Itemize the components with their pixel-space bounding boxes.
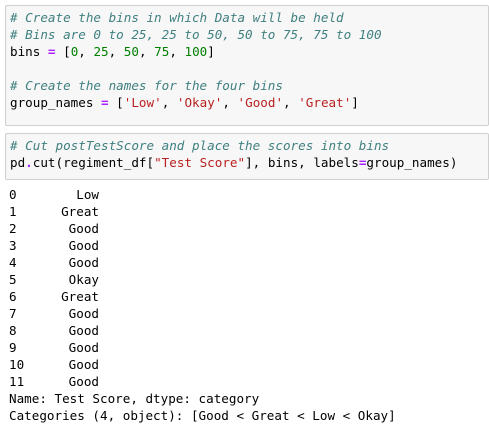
code-token: , xyxy=(169,44,185,59)
code-token: pd xyxy=(10,155,26,170)
series-value: Great xyxy=(61,204,99,219)
series-row: 11 Good xyxy=(9,373,487,390)
series-index: 1 xyxy=(9,204,17,219)
code-line: pd.cut(regiment_df["Test Score"], bins, … xyxy=(10,154,484,171)
code-token: , xyxy=(78,44,94,59)
cell-output: 0 Low 1 Great 2 Good 3 Good 4 Good 5 Okay 6 Great 7 Goo… xyxy=(9,186,487,424)
series-row: 8 Good xyxy=(9,322,487,339)
code-token: bins xyxy=(10,44,48,59)
code-token: 50 xyxy=(123,44,139,59)
code-line: bins = [0, 25, 50, 75, 100] xyxy=(10,43,484,60)
code-token: [ xyxy=(55,44,71,59)
series-value: Good xyxy=(68,306,99,321)
series-value: Good xyxy=(68,238,99,253)
series-index: 7 xyxy=(9,306,17,321)
code-cell-bins[interactable]: # Create the bins in which Data will be … xyxy=(5,5,489,126)
code-token: , xyxy=(108,44,124,59)
code-token: # Create the names for the four bins xyxy=(10,78,283,93)
code-token: [ xyxy=(108,95,124,110)
code-token: group_names xyxy=(10,95,101,110)
code-line: # Create the names for the four bins xyxy=(10,77,484,94)
code-line: # Bins are 0 to 25, 25 to 50, 50 to 75, … xyxy=(10,26,484,43)
code-line: group_names = ['Low', 'Okay', 'Good', 'G… xyxy=(10,94,484,111)
code-token: 'Great' xyxy=(298,95,352,110)
series-index: 10 xyxy=(9,357,25,372)
series-index: 8 xyxy=(9,323,17,338)
series-index: 9 xyxy=(9,340,17,355)
code-token: 'Low' xyxy=(123,95,162,110)
series-row: 5 Okay xyxy=(9,271,487,288)
series-index: 0 xyxy=(9,187,17,202)
series-value: Okay xyxy=(68,272,99,287)
series-index: 4 xyxy=(9,255,17,270)
code-token: 'Good' xyxy=(237,95,284,110)
series-row: 4 Good xyxy=(9,254,487,271)
series-value: Great xyxy=(61,289,99,304)
code-token: , xyxy=(161,95,177,110)
series-index: 6 xyxy=(9,289,17,304)
series-index: 3 xyxy=(9,238,17,253)
series-index: 2 xyxy=(9,221,17,236)
series-row: 9 Good xyxy=(9,339,487,356)
code-token: , xyxy=(222,95,238,110)
series-value: Good xyxy=(68,323,99,338)
series-value: Good xyxy=(68,340,99,355)
code-token: # Create the bins in which Data will be … xyxy=(10,10,344,25)
code-line: # Create the bins in which Data will be … xyxy=(10,9,484,26)
series-row: 2 Good xyxy=(9,220,487,237)
code-token: # Cut postTestScore and place the scores… xyxy=(10,138,390,153)
code-token: . xyxy=(25,155,33,170)
series-row: 6 Great xyxy=(9,288,487,305)
code-token: = xyxy=(47,44,56,59)
code-token: ] xyxy=(351,95,359,110)
code-token: ] xyxy=(207,44,215,59)
code-token: "Test Score" xyxy=(154,155,246,170)
code-token: # Bins are 0 to 25, 25 to 50, 50 to 75, … xyxy=(10,27,382,42)
code-token: 'Okay' xyxy=(176,95,223,110)
code-token: , xyxy=(138,44,155,59)
code-token: 25 xyxy=(93,44,109,59)
series-row: 0 Low xyxy=(9,186,487,203)
code-token: cut(regiment_df[ xyxy=(32,155,155,170)
code-token: 75 xyxy=(154,44,170,59)
series-index: 11 xyxy=(9,374,25,389)
code-token: , xyxy=(283,95,299,110)
series-index: 5 xyxy=(9,272,17,287)
series-value: Good xyxy=(68,357,99,372)
series-value: Low xyxy=(76,187,99,202)
series-categories-line: Categories (4, object): [Good < Great < … xyxy=(9,408,396,423)
series-value: Good xyxy=(68,374,99,389)
series-row: 3 Good xyxy=(9,237,487,254)
series-row: 7 Good xyxy=(9,305,487,322)
series-row: 1 Great xyxy=(9,203,487,220)
code-token: = xyxy=(101,95,109,110)
code-cell-cut[interactable]: # Cut postTestScore and place the scores… xyxy=(5,133,489,180)
series-value: Good xyxy=(68,221,99,236)
code-token: 100 xyxy=(184,44,208,59)
series-rows: 0 Low 1 Great 2 Good 3 Good 4 Good 5 Okay 6 Great 7 Goo… xyxy=(9,186,487,390)
code-token: group_names) xyxy=(366,155,458,170)
series-name-line: Name: Test Score, dtype: category xyxy=(9,391,260,406)
series-row: 10 Good xyxy=(9,356,487,373)
series-value: Good xyxy=(68,255,99,270)
code-token: ], bins, labels xyxy=(245,155,359,170)
code-line: # Cut postTestScore and place the scores… xyxy=(10,137,484,154)
